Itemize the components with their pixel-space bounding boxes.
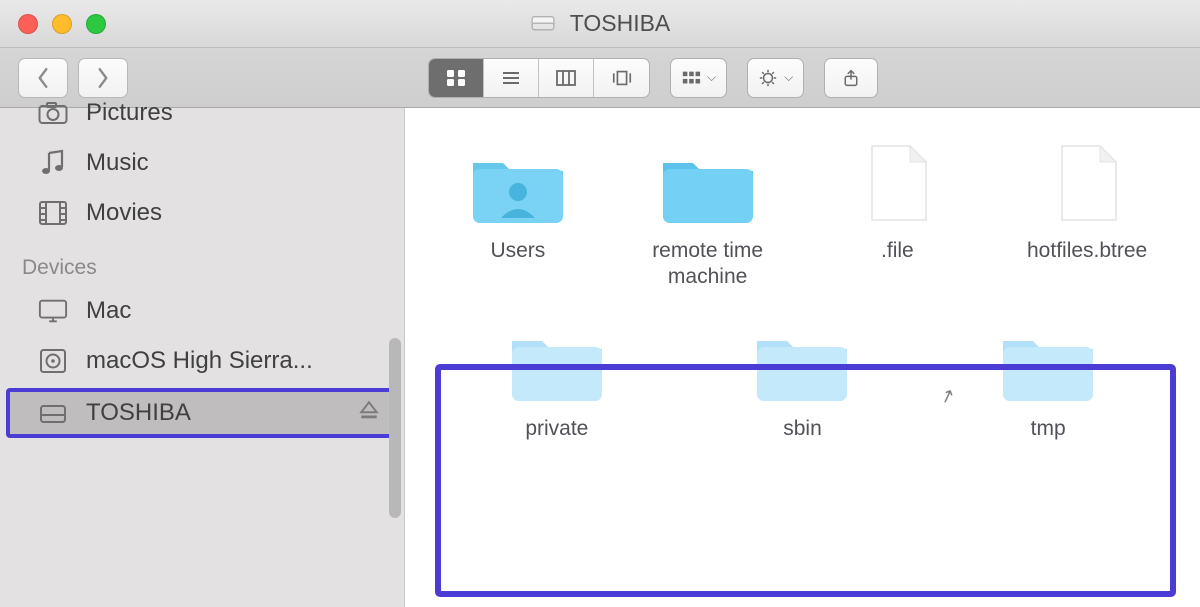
music-note-icon [36, 149, 70, 177]
sidebar-item-label: Pictures [86, 99, 386, 127]
sidebar: Pictures Music Movies Devices Mac [0, 108, 405, 607]
view-mode-segmented-control [428, 58, 650, 98]
window-title: TOSHIBA [570, 10, 671, 37]
content-area: Users remote time machine .file [405, 108, 1200, 607]
minimize-window-button[interactable] [52, 14, 72, 34]
sidebar-item-disk-image[interactable]: macOS High Sierra... [0, 336, 404, 386]
folder-user-icon [463, 138, 573, 228]
folder-users[interactable]: Users [423, 138, 613, 292]
film-icon [36, 199, 70, 227]
annotation-highlight-box [435, 364, 1176, 597]
sidebar-scrollbar[interactable] [383, 108, 403, 607]
folder-remote-time-machine[interactable]: remote time machine [613, 138, 803, 292]
sidebar-item-pictures[interactable]: Pictures [0, 88, 404, 138]
zoom-window-button[interactable] [86, 14, 106, 34]
camera-icon [36, 99, 70, 127]
item-label: remote time machine [613, 238, 803, 292]
icon-view-button[interactable] [429, 59, 484, 97]
titlebar: TOSHIBA [0, 0, 1200, 48]
disk-image-icon [36, 347, 70, 375]
share-button[interactable] [824, 58, 878, 98]
sidebar-item-music[interactable]: Music [0, 138, 404, 188]
arrange-by-dropdown[interactable]: ⌵ [670, 58, 727, 98]
scrollbar-thumb[interactable] [389, 338, 401, 518]
file-dotfile[interactable]: .file [803, 138, 993, 292]
item-label: Users [490, 238, 545, 292]
column-view-button[interactable] [539, 59, 594, 97]
close-window-button[interactable] [18, 14, 38, 34]
external-disk-icon [36, 399, 70, 427]
sidebar-item-label: Music [86, 149, 386, 177]
eject-icon[interactable] [358, 399, 380, 428]
external-disk-icon [530, 8, 556, 40]
sidebar-section-devices-header: Devices [0, 238, 404, 286]
sidebar-item-movies[interactable]: Movies [0, 188, 404, 238]
chevron-down-icon: ⌵ [784, 70, 793, 85]
gallery-view-button[interactable] [594, 59, 649, 97]
document-icon [1032, 138, 1142, 228]
traffic-lights [18, 14, 106, 34]
monitor-icon [36, 297, 70, 325]
item-label: hotfiles.btree [1027, 238, 1147, 292]
sidebar-item-label: TOSHIBA [86, 399, 342, 427]
list-view-button[interactable] [484, 59, 539, 97]
file-hotfiles-btree[interactable]: hotfiles.btree [992, 138, 1182, 292]
action-menu-dropdown[interactable]: ⌵ [747, 58, 804, 98]
sidebar-item-label: Mac [86, 297, 386, 325]
chevron-down-icon: ⌵ [707, 70, 716, 85]
document-icon [842, 138, 952, 228]
item-label: .file [881, 238, 914, 292]
sidebar-item-toshiba[interactable]: TOSHIBA [6, 388, 398, 438]
sidebar-item-mac[interactable]: Mac [0, 286, 404, 336]
sidebar-item-label: Movies [86, 199, 386, 227]
sidebar-item-label: macOS High Sierra... [86, 347, 386, 375]
folder-icon [653, 138, 763, 228]
